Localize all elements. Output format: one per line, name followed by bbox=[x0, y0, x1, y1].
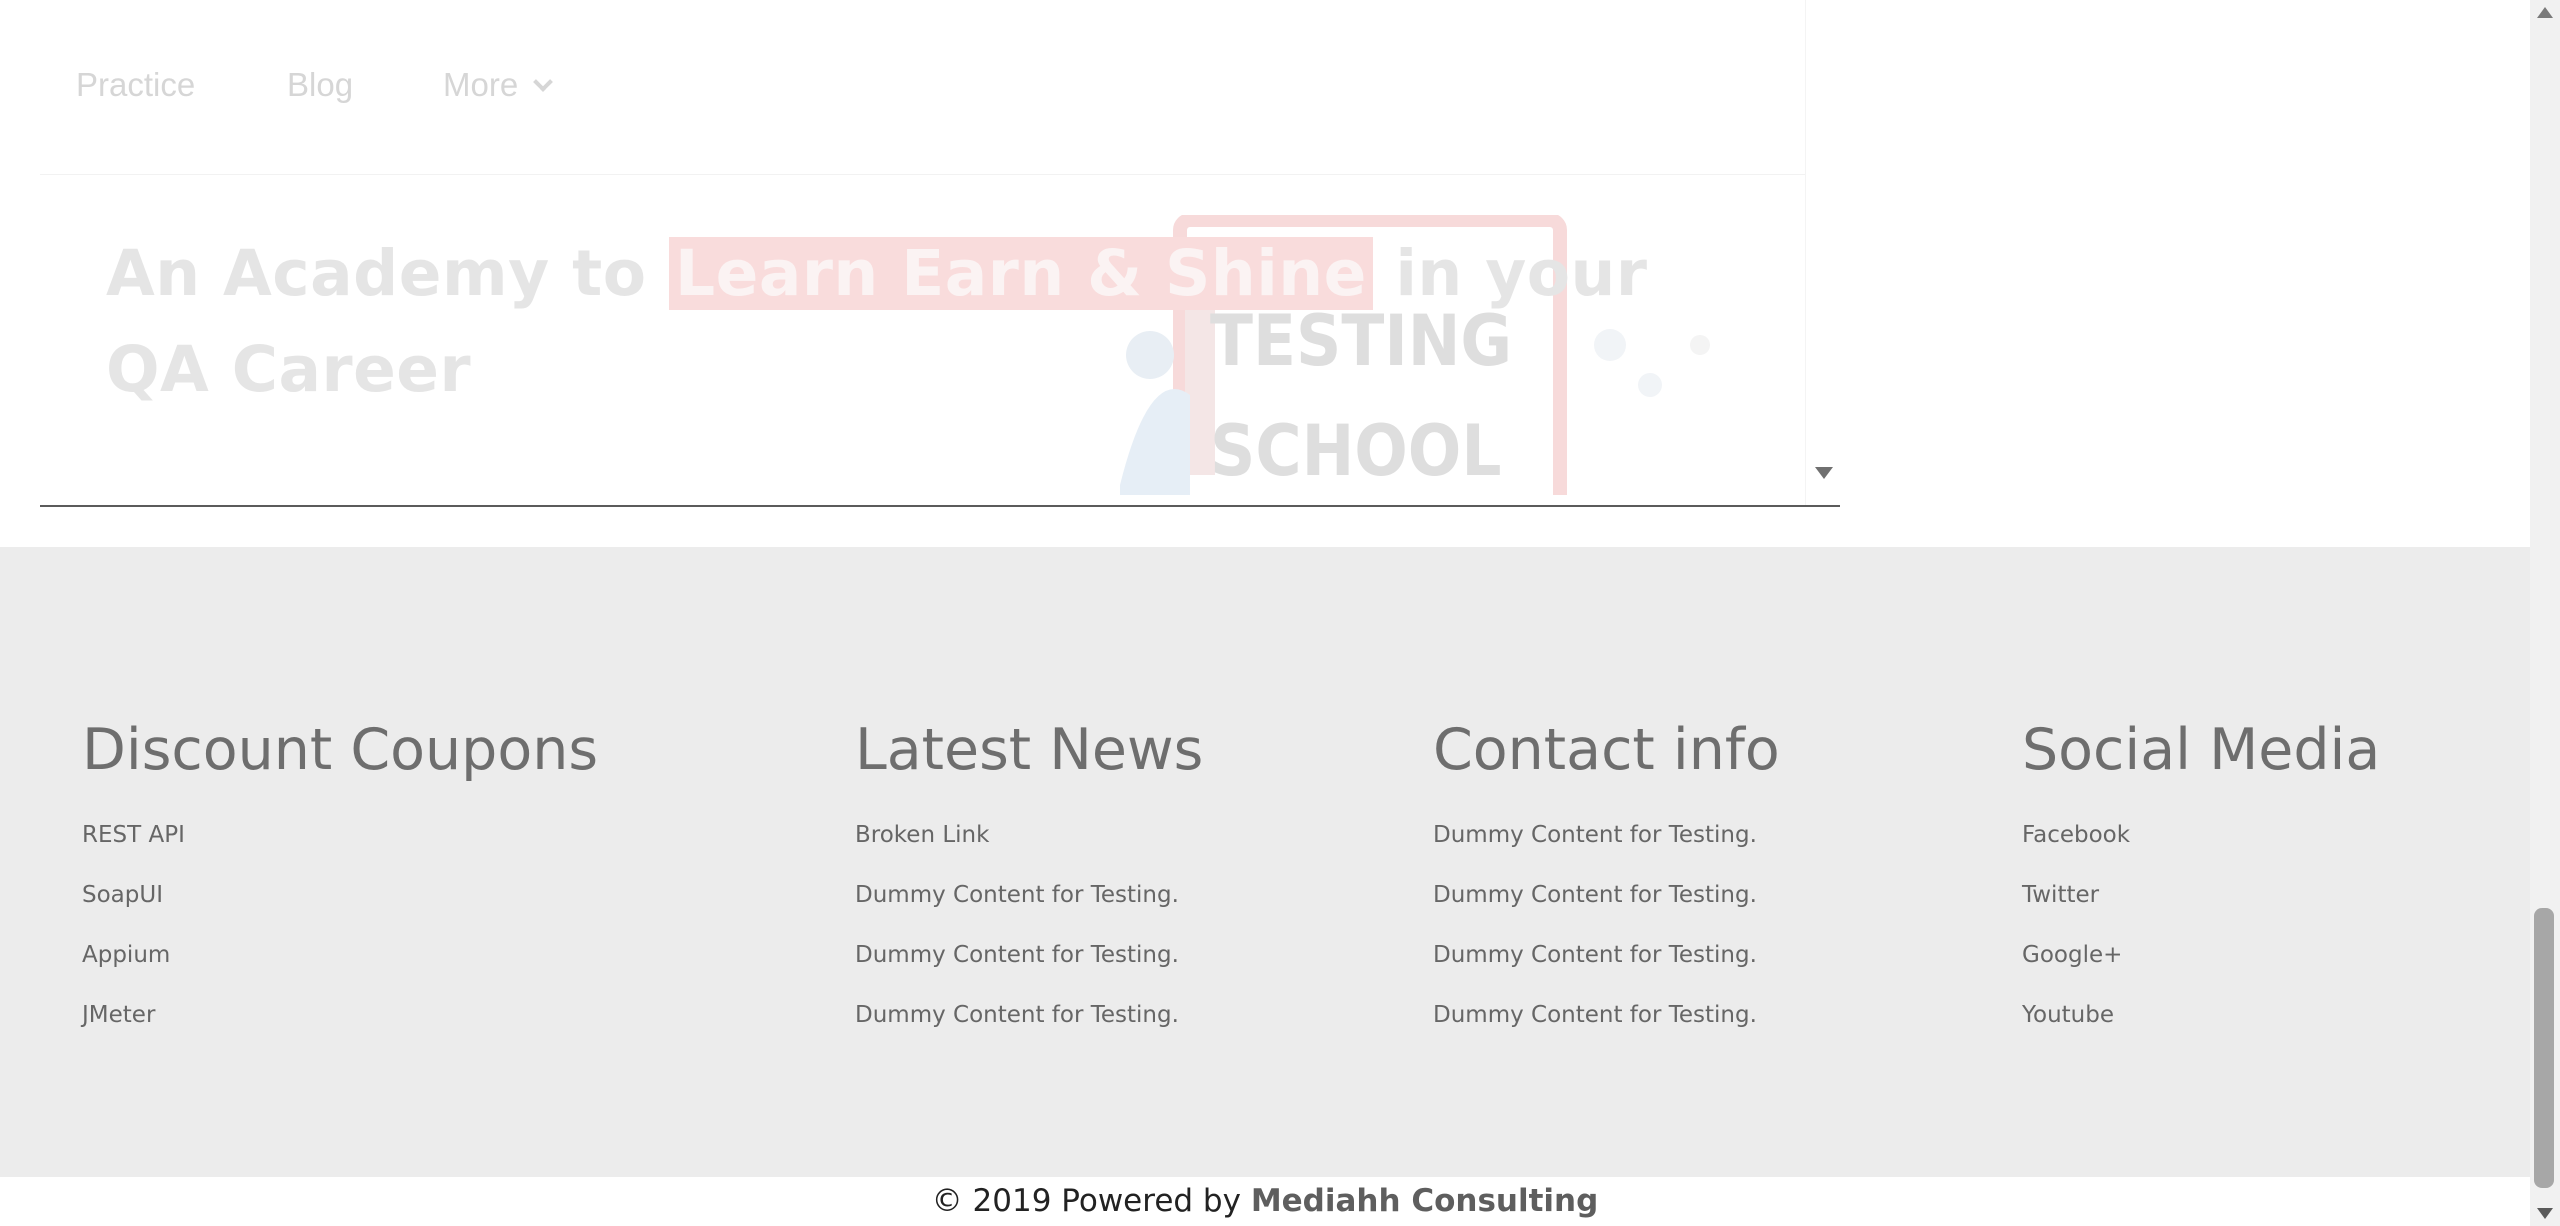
nav-link-practice[interactable]: Practice bbox=[76, 66, 195, 104]
footer-link[interactable]: REST API bbox=[82, 805, 598, 865]
copyright-bar: © 2019 Powered by Mediahh Consulting bbox=[0, 1177, 2530, 1226]
nav-link-blog[interactable]: Blog bbox=[287, 66, 353, 104]
page: Practice Blog More TESTING SCHOOL An Aca… bbox=[0, 0, 2560, 1226]
footer-heading-discount-coupons: Discount Coupons bbox=[82, 717, 599, 783]
footer-heading-latest-news: Latest News bbox=[855, 717, 1204, 783]
footer-link[interactable]: Dummy Content for Testing. bbox=[1433, 805, 1780, 865]
nav-more-label: More bbox=[443, 66, 519, 103]
footer-link[interactable]: Broken Link bbox=[855, 805, 1203, 865]
footer-link-youtube[interactable]: Youtube bbox=[2022, 985, 2380, 1045]
copyright-text: © 2019 Powered by bbox=[931, 1183, 1251, 1219]
scrollbar-thumb[interactable] bbox=[2534, 908, 2554, 1188]
footer-column-contact-info: Contact info Dummy Content for Testing. … bbox=[1433, 717, 1780, 1045]
footer-heading-contact-info: Contact info bbox=[1433, 717, 1780, 783]
nav-dropdown-more[interactable]: More bbox=[443, 66, 554, 104]
footer-link[interactable]: Dummy Content for Testing. bbox=[1433, 985, 1780, 1045]
footer-column-latest-news: Latest News Broken Link Dummy Content fo… bbox=[855, 717, 1203, 1045]
company-link[interactable]: Mediahh Consulting bbox=[1251, 1183, 1599, 1219]
scroll-up-arrow-icon[interactable] bbox=[2537, 7, 2553, 18]
iframe-nav-bar: Practice Blog More bbox=[40, 0, 1806, 175]
embedded-iframe[interactable]: Practice Blog More TESTING SCHOOL An Aca… bbox=[40, 0, 1840, 507]
footer-link[interactable]: Dummy Content for Testing. bbox=[855, 985, 1203, 1045]
footer-column-social-media: Social Media Facebook Twitter Google+ Yo… bbox=[2022, 717, 2380, 1045]
footer-heading-social-media: Social Media bbox=[2022, 717, 2381, 783]
page-scrollbar[interactable] bbox=[2530, 0, 2560, 1226]
scroll-down-arrow-icon[interactable] bbox=[1815, 467, 1833, 479]
hero-title-start: An Academy to bbox=[106, 237, 669, 310]
iframe-scrollbar[interactable] bbox=[1805, 0, 1840, 505]
footer-column-discount-coupons: Discount Coupons REST API SoapUI Appium … bbox=[82, 717, 598, 1045]
footer-link[interactable]: Appium bbox=[82, 925, 598, 985]
footer-link[interactable]: Dummy Content for Testing. bbox=[1433, 865, 1780, 925]
footer-link-facebook[interactable]: Facebook bbox=[2022, 805, 2380, 865]
footer-link[interactable]: JMeter bbox=[82, 985, 598, 1045]
footer-link-google-plus[interactable]: Google+ bbox=[2022, 925, 2380, 985]
footer-link[interactable]: SoapUI bbox=[82, 865, 598, 925]
illustration-text-school: SCHOOL bbox=[1210, 410, 1501, 492]
hero-title-highlight: Learn Earn & Shine bbox=[668, 237, 1373, 310]
footer-link[interactable]: Dummy Content for Testing. bbox=[1433, 925, 1780, 985]
hero-title: An Academy to Learn Earn & Shine in your… bbox=[106, 226, 1726, 418]
footer-link-twitter[interactable]: Twitter bbox=[2022, 865, 2380, 925]
footer-link[interactable]: Dummy Content for Testing. bbox=[855, 925, 1203, 985]
footer-link[interactable]: Dummy Content for Testing. bbox=[855, 865, 1203, 925]
chevron-down-icon bbox=[533, 72, 554, 92]
scroll-down-arrow-icon[interactable] bbox=[2537, 1208, 2553, 1219]
footer: Discount Coupons REST API SoapUI Appium … bbox=[0, 547, 2530, 1177]
